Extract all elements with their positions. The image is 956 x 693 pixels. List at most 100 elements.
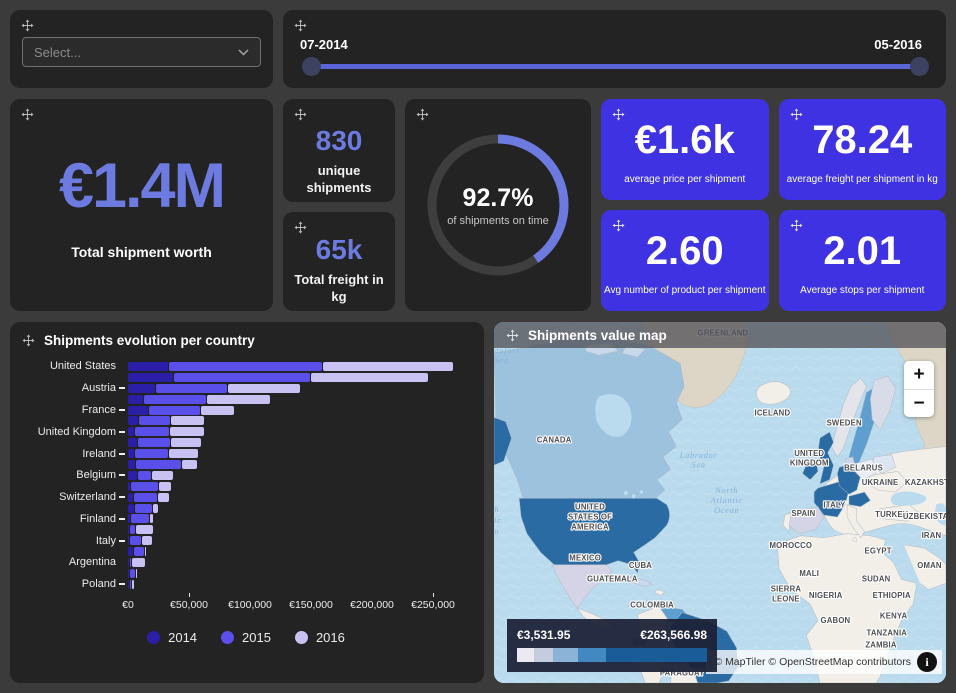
time-range-slider-track[interactable] <box>311 64 920 69</box>
attribution-text: bre | © MapTiler © OpenStreetMap contrib… <box>706 656 911 668</box>
bar-segment-2015 <box>134 493 157 502</box>
legend-item-2014[interactable]: 2014 <box>147 630 197 645</box>
map-label-ukraine: UKRAINE <box>862 478 899 487</box>
legend-max-value: €263,566.98 <box>640 628 707 642</box>
legend-item-2015[interactable]: 2015 <box>221 630 271 645</box>
bar-segment-2016 <box>170 427 204 436</box>
range-start-label: 07-2014 <box>300 37 348 52</box>
move-icon[interactable] <box>612 108 625 121</box>
bar-segment-2014 <box>128 438 137 447</box>
bar-segment-2016 <box>159 482 171 491</box>
bar-row <box>20 394 472 405</box>
total-worth-value: €1.4M <box>59 150 224 222</box>
zoom-out-button[interactable]: − <box>904 389 934 417</box>
bar-segment-2016 <box>142 536 152 545</box>
bar-segment-2015 <box>139 416 171 425</box>
move-icon[interactable] <box>416 108 429 121</box>
move-icon[interactable] <box>21 108 34 121</box>
map-label-belarus: BELARUS <box>844 463 883 472</box>
map-label-sweden: SWEDEN <box>827 419 862 428</box>
slider-handle-end[interactable] <box>910 57 929 76</box>
filter-card: Select... <box>10 10 273 88</box>
bar-segment-2016 <box>323 362 454 371</box>
bar-segment-2014 <box>128 558 129 567</box>
bar-segment-2016 <box>158 493 169 502</box>
shipments-evolution-chart-card: Shipments evolution per country United S… <box>10 322 484 683</box>
map-label-iceland: ICELAND <box>754 408 790 417</box>
map-label-tanzania: TANZANIA <box>867 628 908 637</box>
map-label-sierra-leone: SIERRALEONE <box>771 584 801 603</box>
bar-segment-2014 <box>128 416 138 425</box>
move-icon[interactable] <box>294 108 307 121</box>
bar-segment-2014 <box>128 482 130 491</box>
chevron-down-icon <box>238 49 249 56</box>
bar-segment-2016 <box>182 460 197 469</box>
bar-row-argentina: Argentina <box>20 557 472 568</box>
range-end-label: 05-2016 <box>874 37 922 52</box>
bar-segment-2016 <box>145 547 146 556</box>
map-attribution: bre | © MapTiler © OpenStreetMap contrib… <box>706 650 942 674</box>
bar-row-label: Argentina <box>20 556 116 568</box>
bar-segment-2014 <box>128 493 133 502</box>
bar-segment-2015 <box>130 525 135 534</box>
chart-legend: 2014 2015 2016 <box>20 630 472 645</box>
bar-segment-2014 <box>128 384 155 393</box>
gradient-segment <box>553 648 578 662</box>
on-time-label: of shipments on time <box>443 215 553 227</box>
map-label-kazakhstan: KAZAKHSTAN <box>905 478 946 487</box>
x-axis-tick-label: €50,000 <box>170 599 208 611</box>
bar-segment-2015 <box>135 504 152 513</box>
bar-segment-2015 <box>130 536 141 545</box>
bar-segment-2015 <box>138 471 151 480</box>
bar-segment-2014 <box>128 580 129 589</box>
bar-row-label: Italy <box>20 535 116 547</box>
great-lakes <box>632 494 636 498</box>
map-label-kenya: KENYA <box>880 611 907 620</box>
country-canada[interactable] <box>494 339 684 499</box>
move-icon[interactable] <box>790 219 803 232</box>
bar-segment-2014 <box>128 525 129 534</box>
bar-segment-2014 <box>128 569 129 578</box>
bar-row <box>20 546 472 557</box>
move-icon[interactable] <box>22 334 35 347</box>
great-lakes <box>640 490 643 494</box>
avg-products-value: 2.60 <box>646 229 724 274</box>
map-label-egypt: EGYPT <box>864 546 891 555</box>
bar-segment-2016 <box>311 373 428 382</box>
slider-handle-start[interactable] <box>302 57 321 76</box>
map-label-h: h <box>494 504 499 514</box>
move-icon[interactable] <box>294 19 307 32</box>
bar-segment-2015 <box>130 580 131 589</box>
map-label-sudan: SUDAN <box>862 574 891 583</box>
unique-shipments-card: 830 unique shipments <box>283 99 395 202</box>
map-label-nigeria: NIGERIA <box>809 591 843 600</box>
bar-row-france: France <box>20 405 472 416</box>
move-icon[interactable] <box>294 221 307 234</box>
bar-row <box>20 437 472 448</box>
legend-label: 2014 <box>168 630 197 645</box>
bar-row-italy: Italy <box>20 535 472 546</box>
total-worth-card: €1.4M Total shipment worth <box>10 99 273 311</box>
info-icon[interactable]: i <box>917 652 937 672</box>
avg-price-card: €1.6k average price per shipment <box>601 99 769 200</box>
avg-freight-label: average freight per shipment in kg <box>787 174 938 185</box>
move-icon[interactable] <box>506 329 519 342</box>
bar-segment-2015 <box>169 362 322 371</box>
bar-segment-2016 <box>153 504 158 513</box>
bar-row-label: Ireland <box>20 448 116 460</box>
bar-segment-2014 <box>128 514 130 523</box>
avg-freight-card: 78.24 average freight per shipment in kg <box>779 99 947 200</box>
move-icon[interactable] <box>790 108 803 121</box>
bar-row <box>20 503 472 514</box>
avg-products-card: 2.60 Avg number of product per shipment <box>601 210 769 311</box>
zoom-in-button[interactable]: + <box>904 361 934 389</box>
bar-segment-2016 <box>207 395 270 404</box>
bar-row-label: Finland <box>20 513 116 525</box>
filter-select[interactable]: Select... <box>22 37 261 67</box>
x-axis-tick-mark <box>189 593 190 597</box>
legend-item-2016[interactable]: 2016 <box>295 630 345 645</box>
move-icon[interactable] <box>612 219 625 232</box>
bar-segment-2015 <box>130 558 131 567</box>
bar-segment-2016 <box>136 569 137 578</box>
move-icon[interactable] <box>21 19 34 32</box>
